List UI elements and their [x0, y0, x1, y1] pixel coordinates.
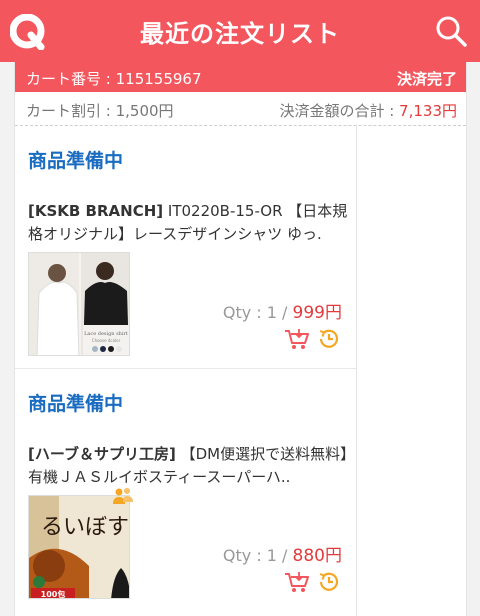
item-price: 880円 — [292, 546, 342, 566]
thumbnail-subcaption: 100包 — [41, 589, 66, 599]
order-list: カート番号 : 115155967 決済完了 カート割引 : 1,500円 決済… — [14, 62, 467, 616]
thumbnail-caption: Lace design shirt — [84, 331, 128, 337]
cart-number-value: 115155967 — [115, 70, 202, 88]
people-icon — [113, 488, 133, 504]
thumbnail-subcaption: Choose 4color — [92, 338, 121, 343]
product-thumbnail[interactable]: るいぼす 100包 — [28, 495, 130, 599]
search-icon[interactable] — [434, 14, 468, 48]
list-item[interactable]: 商品準備中 [KSKB BRANCH] IT0220B-15-OR 【日本規格オ… — [15, 126, 356, 368]
payment-total: 決済金額の合計 : 7,133円 — [279, 102, 457, 120]
cart-icon[interactable] — [284, 571, 310, 593]
total-value: 7,133円 — [399, 102, 457, 120]
shop-name: [ハーブ＆サプリ工房] — [28, 445, 176, 463]
shop-name: [KSKB BRANCH] — [28, 202, 164, 220]
cart-number-label: カート番号 — [26, 70, 102, 88]
thumbnail-caption: るいぼす — [41, 515, 129, 540]
cart-icon[interactable] — [284, 328, 310, 350]
quantity-price: Qty : 1 / 880円 — [223, 541, 342, 566]
item-price: 999円 — [292, 303, 342, 323]
quantity-label: Qty : 1 / — [222, 546, 288, 565]
app-header: 最近の注文リスト — [0, 0, 480, 62]
cart-number: カート番号 : 115155967 — [26, 70, 202, 88]
cart-bar: カート番号 : 115155967 決済完了 — [15, 62, 466, 92]
discount-label: カート割引 — [26, 102, 102, 120]
order-status: 商品準備中 — [28, 150, 124, 172]
list-item[interactable]: 商品準備中 [ハーブ＆サプリ工房] 【DM便選択で送料無料】有機ＪＡＳルイボステ… — [15, 368, 356, 610]
quantity-label: Qty : 1 / — [222, 303, 288, 322]
product-name[interactable]: [ハーブ＆サプリ工房] 【DM便選択で送料無料】有機ＪＡＳルイボスティースーパー… — [28, 443, 348, 489]
discount-value: 1,500円 — [115, 102, 174, 120]
column-divider — [356, 126, 357, 616]
payment-status-badge: 決済完了 — [396, 70, 457, 88]
product-thumbnail[interactable]: Lace design shirt Choose 4color — [28, 252, 130, 356]
cart-discount: カート割引 : 1,500円 — [26, 102, 174, 120]
quantity-price: Qty : 1 / 999円 — [223, 298, 342, 323]
order-status: 商品準備中 — [28, 393, 124, 415]
history-clock-icon[interactable] — [317, 570, 341, 594]
product-name[interactable]: [KSKB BRANCH] IT0220B-15-OR 【日本規格オリジナル】レ… — [28, 200, 348, 246]
history-clock-icon[interactable] — [317, 327, 341, 351]
cart-summary: カート割引 : 1,500円 決済金額の合計 : 7,133円 — [15, 92, 466, 126]
total-label: 決済金額の合計 — [279, 102, 385, 120]
page-title: 最近の注文リスト — [140, 20, 340, 48]
